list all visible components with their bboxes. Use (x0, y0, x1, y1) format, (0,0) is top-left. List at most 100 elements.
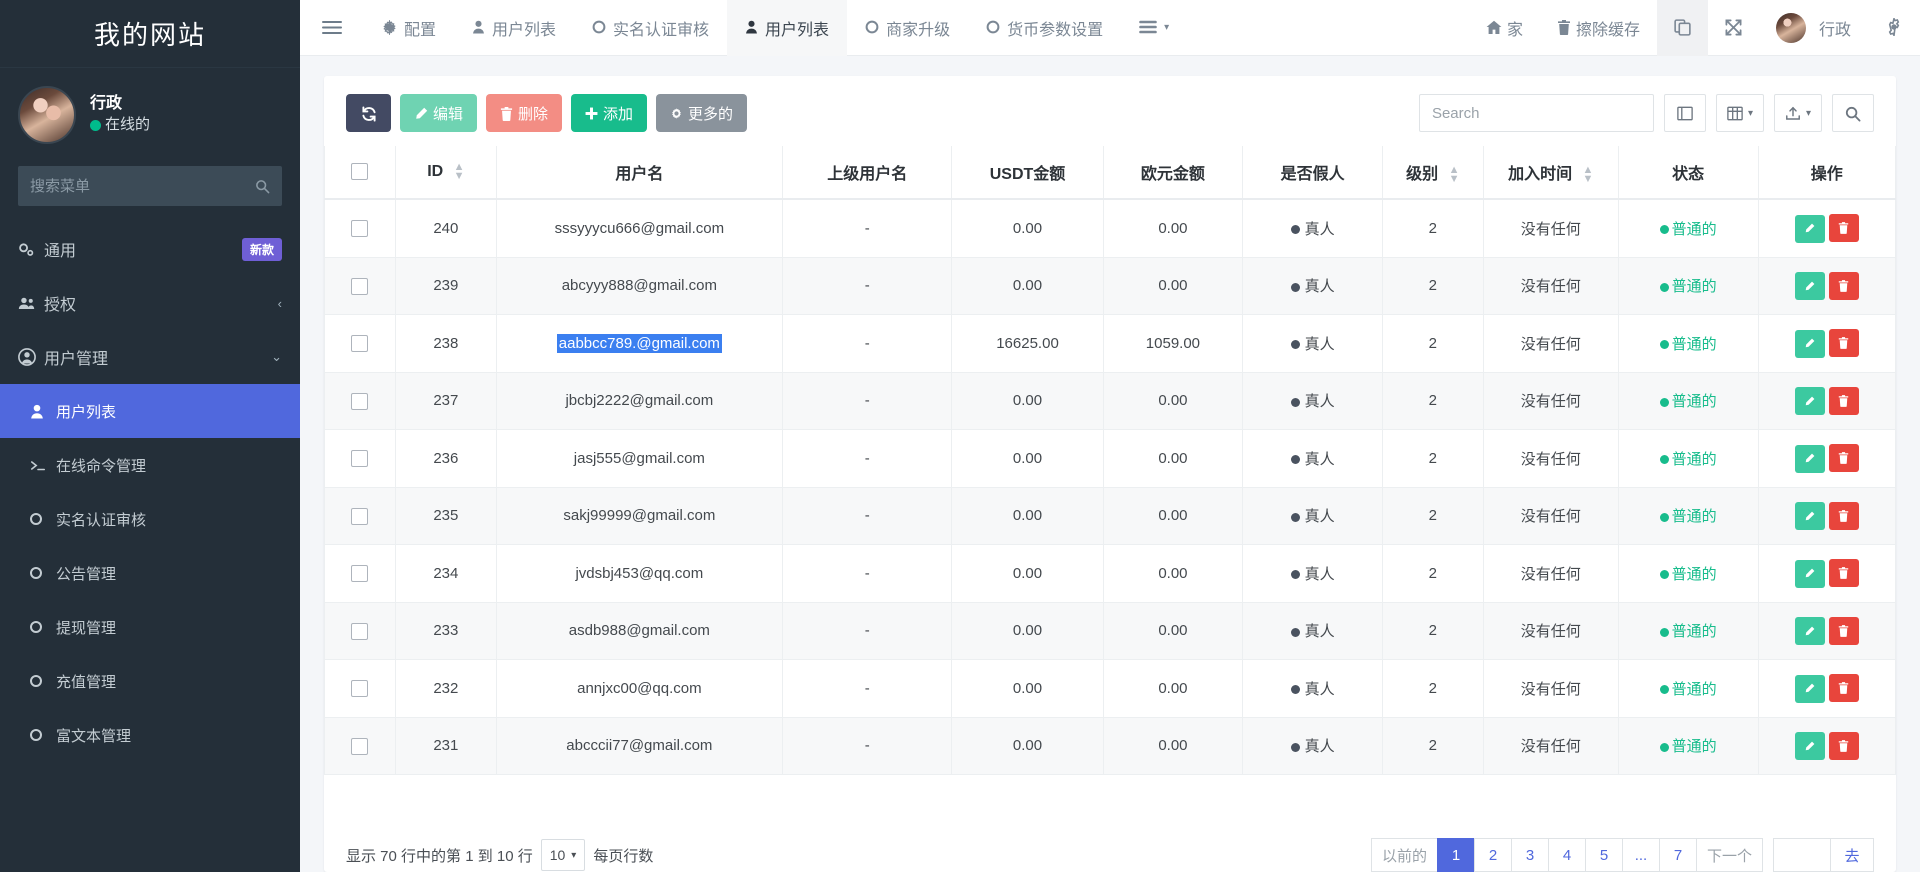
table-row[interactable]: 235sakj99999@gmail.com-0.000.00真人2没有任何普通… (325, 487, 1896, 545)
row-edit-button[interactable] (1795, 732, 1825, 760)
row-edit-button[interactable] (1795, 330, 1825, 358)
cell-username[interactable]: sssyyycu666@gmail.com (496, 199, 782, 257)
goto-button[interactable]: 去 (1830, 838, 1874, 872)
more-button[interactable]: 更多的 (656, 94, 747, 132)
row-delete-button[interactable] (1829, 444, 1859, 472)
delete-button[interactable]: 删除 (486, 94, 562, 132)
search-button[interactable] (1832, 94, 1874, 132)
cell-username[interactable]: sakj99999@gmail.com (496, 487, 782, 545)
tab-merchant-upgrade[interactable]: 商家升级 (847, 0, 968, 56)
th-eur-amount[interactable]: 欧元金额 (1103, 146, 1243, 199)
home-button[interactable]: 家 (1469, 0, 1540, 56)
row-delete-button[interactable] (1829, 214, 1859, 242)
fullscreen-table-button[interactable] (1664, 94, 1706, 132)
sidebar-item-user-management[interactable]: 用户管理 ⌄ (0, 330, 300, 384)
refresh-button[interactable] (346, 94, 391, 132)
settings-button[interactable] (1868, 0, 1920, 56)
row-edit-button[interactable] (1795, 215, 1825, 243)
sidebar-search-input[interactable] (30, 178, 255, 195)
row-checkbox[interactable] (351, 680, 368, 697)
clear-cache-button[interactable]: 擦除缓存 (1540, 0, 1657, 56)
sidebar-item-withdraw[interactable]: 提现管理 (0, 600, 300, 654)
row-delete-button[interactable] (1829, 732, 1859, 760)
sidebar-user-panel[interactable]: 行政 在线的 (0, 68, 300, 158)
row-delete-button[interactable] (1829, 329, 1859, 357)
th-join-time[interactable]: 加入时间 ▲▼ (1483, 146, 1618, 199)
pagination-page-4[interactable]: 4 (1548, 838, 1586, 872)
columns-button[interactable]: ▾ (1716, 94, 1764, 132)
th-username[interactable]: 用户名 (496, 146, 782, 199)
row-checkbox[interactable] (351, 393, 368, 410)
edit-button[interactable]: 编辑 (400, 94, 477, 132)
th-level[interactable]: 级别 ▲▼ (1382, 146, 1483, 199)
cell-username[interactable]: jasj555@gmail.com (496, 430, 782, 488)
row-delete-button[interactable] (1829, 502, 1859, 530)
tab-currency-settings[interactable]: 货币参数设置 (968, 0, 1121, 56)
sort-icon[interactable]: ▲▼ (1449, 166, 1460, 184)
cell-username[interactable]: jvdsbj453@qq.com (496, 545, 782, 603)
table-row[interactable]: 240sssyyycu666@gmail.com-0.000.00真人2没有任何… (325, 199, 1896, 257)
tabs-dropdown[interactable]: ▾ (1121, 0, 1187, 56)
cell-username[interactable]: jbcbj2222@gmail.com (496, 372, 782, 430)
sidebar-item-general[interactable]: 通用 新款 (0, 222, 300, 276)
row-edit-button[interactable] (1795, 502, 1825, 530)
pagination-page-7[interactable]: 7 (1659, 838, 1697, 872)
fullscreen-button[interactable] (1708, 0, 1759, 56)
profile-button[interactable]: 行政 (1759, 0, 1868, 56)
pagination-next[interactable]: 下一个 (1696, 838, 1763, 872)
cell-username[interactable]: abcyyy888@gmail.com (496, 257, 782, 315)
sidebar-item-recharge[interactable]: 充值管理 (0, 654, 300, 708)
th-is-fake[interactable]: 是否假人 (1243, 146, 1383, 199)
table-row[interactable]: 236jasj555@gmail.com-0.000.00真人2没有任何普通的 (325, 430, 1896, 488)
per-page-select[interactable]: 10 ▾ (541, 839, 586, 871)
th-parent-username[interactable]: 上级用户名 (782, 146, 951, 199)
pagination-page-...[interactable]: ... (1622, 838, 1660, 872)
tab-user-list-1[interactable]: 用户列表 (454, 0, 574, 56)
goto-page-input[interactable] (1773, 838, 1831, 872)
row-edit-button[interactable] (1795, 272, 1825, 300)
copy-button[interactable] (1657, 0, 1708, 56)
row-checkbox[interactable] (351, 278, 368, 295)
pagination-page-3[interactable]: 3 (1511, 838, 1549, 872)
tab-realname-review[interactable]: 实名认证审核 (574, 0, 727, 56)
th-status[interactable]: 状态 (1618, 146, 1758, 199)
table-row[interactable]: 231abcccii77@gmail.com-0.000.00真人2没有任何普通… (325, 717, 1896, 775)
table-row[interactable]: 233asdb988@gmail.com-0.000.00真人2没有任何普通的 (325, 602, 1896, 660)
sidebar-item-realname-review[interactable]: 实名认证审核 (0, 492, 300, 546)
row-delete-button[interactable] (1829, 272, 1859, 300)
row-checkbox[interactable] (351, 738, 368, 755)
row-edit-button[interactable] (1795, 560, 1825, 588)
search-icon[interactable] (255, 178, 270, 195)
sidebar-item-online-command[interactable]: 在线命令管理 (0, 438, 300, 492)
tab-config[interactable]: 配置 (364, 0, 454, 56)
row-edit-button[interactable] (1795, 675, 1825, 703)
table-row[interactable]: 238aabbcc789.@gmail.com-16625.001059.00真… (325, 315, 1896, 373)
tab-user-list-2[interactable]: 用户列表 (727, 0, 847, 56)
hamburger-icon[interactable] (300, 16, 364, 39)
table-row[interactable]: 232annjxc00@qq.com-0.000.00真人2没有任何普通的 (325, 660, 1896, 718)
sort-icon[interactable]: ▲▼ (1583, 166, 1594, 184)
th-id[interactable]: ID ▲▼ (395, 146, 496, 199)
th-usdt-amount[interactable]: USDT金额 (952, 146, 1103, 199)
row-delete-button[interactable] (1829, 559, 1859, 587)
pagination-prev[interactable]: 以前的 (1371, 838, 1438, 872)
row-checkbox[interactable] (351, 220, 368, 237)
sidebar-item-richtext[interactable]: 富文本管理 (0, 708, 300, 762)
row-delete-button[interactable] (1829, 387, 1859, 415)
add-button[interactable]: 添加 (571, 94, 647, 132)
row-delete-button[interactable] (1829, 674, 1859, 702)
sidebar-search[interactable] (18, 166, 282, 206)
row-edit-button[interactable] (1795, 445, 1825, 473)
search-input[interactable] (1419, 94, 1654, 132)
cell-username[interactable]: asdb988@gmail.com (496, 602, 782, 660)
select-all-checkbox[interactable] (351, 163, 368, 180)
row-edit-button[interactable] (1795, 617, 1825, 645)
export-button[interactable]: ▾ (1774, 94, 1822, 132)
pagination-page-1[interactable]: 1 (1437, 838, 1475, 872)
table-row[interactable]: 234jvdsbj453@qq.com-0.000.00真人2没有任何普通的 (325, 545, 1896, 603)
row-checkbox[interactable] (351, 450, 368, 467)
row-checkbox[interactable] (351, 623, 368, 640)
row-checkbox[interactable] (351, 565, 368, 582)
pagination-page-5[interactable]: 5 (1585, 838, 1623, 872)
table-row[interactable]: 239abcyyy888@gmail.com-0.000.00真人2没有任何普通… (325, 257, 1896, 315)
